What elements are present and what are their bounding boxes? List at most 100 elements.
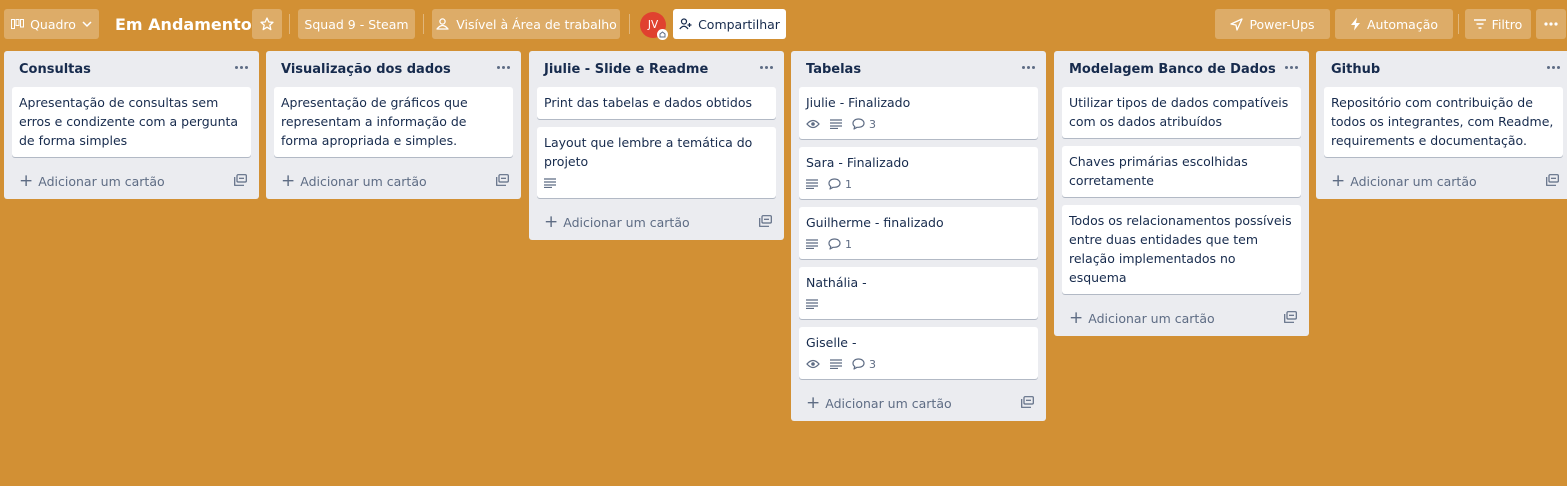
card[interactable]: Apresentação de gráficos que representam… xyxy=(274,87,513,157)
list-header[interactable]: Jiulie - Slide e Readme xyxy=(529,51,784,87)
card-badge xyxy=(806,299,818,309)
card-title: Chaves primárias escolhidas corretamente xyxy=(1069,154,1248,188)
filter-button[interactable]: Filtro xyxy=(1465,9,1531,39)
list-menu-icon[interactable] xyxy=(756,59,776,75)
comment-icon xyxy=(828,238,841,250)
card-template-icon[interactable] xyxy=(234,174,247,189)
description-icon xyxy=(544,178,556,188)
card-template-icon[interactable] xyxy=(759,215,772,230)
list-column: Tabelas Jiulie - Finalizado 3 Sara - Finali… xyxy=(791,51,1046,421)
card-title: Jiulie - Finalizado xyxy=(806,95,911,110)
description-icon xyxy=(806,179,818,189)
add-card-button[interactable]: + Adicionar um cartão xyxy=(4,163,259,199)
list-header[interactable]: Tabelas xyxy=(791,51,1046,87)
list-menu-icon[interactable] xyxy=(1281,59,1301,75)
card[interactable]: Guilherme - finalizado 1 xyxy=(799,207,1038,259)
add-card-button[interactable]: + Adicionar um cartão xyxy=(266,163,521,199)
add-card-label: Adicionar um cartão xyxy=(1088,310,1215,326)
card-template-icon[interactable] xyxy=(1021,396,1034,411)
add-card-button[interactable]: + Adicionar um cartão xyxy=(1054,300,1309,336)
card[interactable]: Giselle - 3 xyxy=(799,327,1038,379)
list-header[interactable]: Modelagem Banco de Dados xyxy=(1054,51,1309,87)
list-column: Visualização dos dados Apresentação de gr… xyxy=(266,51,521,199)
card[interactable]: Utilizar tipos de dados compatíveis com … xyxy=(1062,87,1301,138)
board-menu-button[interactable] xyxy=(1536,9,1566,39)
list-column: Jiulie - Slide e Readme Print das tabelas… xyxy=(529,51,784,240)
card[interactable]: Nathália - xyxy=(799,267,1038,319)
card-title: Apresentação de consultas sem erros e co… xyxy=(19,95,239,148)
list-menu-icon[interactable] xyxy=(231,59,251,75)
card[interactable]: Layout que lembre a temática do projeto xyxy=(537,127,776,198)
card-badges: 1 xyxy=(806,236,1031,252)
list-title[interactable]: Github xyxy=(1331,62,1380,77)
card[interactable]: Repositório com contribuição de todos os… xyxy=(1324,87,1563,157)
card[interactable]: Print das tabelas e dados obtidos xyxy=(537,87,776,119)
rocket-icon xyxy=(1230,17,1244,31)
star-button[interactable] xyxy=(252,9,282,39)
card-list: Utilizar tipos de dados compatíveis com … xyxy=(1054,87,1309,294)
card-badge xyxy=(806,179,818,189)
comment-count: 3 xyxy=(869,357,876,371)
list-header[interactable]: Github xyxy=(1316,51,1567,87)
list-title[interactable]: Visualização dos dados xyxy=(281,62,451,77)
card-list: Repositório com contribuição de todos os… xyxy=(1316,87,1567,157)
share-button[interactable]: Compartilhar xyxy=(673,9,786,39)
plus-icon: + xyxy=(1069,307,1084,328)
workspace-button[interactable]: Squad 9 - Steam xyxy=(298,9,415,39)
card-list: Apresentação de gráficos que representam… xyxy=(266,87,521,157)
card[interactable]: Chaves primárias escolhidas corretamente xyxy=(1062,146,1301,197)
automation-button[interactable]: Automação xyxy=(1335,9,1453,39)
plus-icon: + xyxy=(281,170,296,191)
more-icon xyxy=(1544,22,1558,26)
card-title: Sara - Finalizado xyxy=(806,155,909,170)
card-badge: 1 xyxy=(828,178,852,191)
card-badge: 1 xyxy=(828,238,852,251)
card-badges: 1 xyxy=(806,176,1031,192)
card-badge xyxy=(806,239,818,249)
list-title[interactable]: Tabelas xyxy=(806,62,861,77)
add-card-button[interactable]: + Adicionar um cartão xyxy=(1316,163,1567,199)
card-badge xyxy=(806,359,820,369)
card-badge xyxy=(544,178,556,188)
plus-icon: + xyxy=(1331,170,1346,191)
card[interactable]: Jiulie - Finalizado 3 xyxy=(799,87,1038,139)
visibility-button[interactable]: Visível à Área de trabalho xyxy=(432,9,620,39)
list-title[interactable]: Consultas xyxy=(19,62,91,77)
view-switcher-button[interactable]: Quadro xyxy=(4,9,99,39)
list-title[interactable]: Modelagem Banco de Dados xyxy=(1069,62,1276,77)
card-title: Repositório com contribuição de todos os… xyxy=(1331,95,1554,148)
add-card-button[interactable]: + Adicionar um cartão xyxy=(791,385,1046,421)
power-ups-label: Power-Ups xyxy=(1249,16,1315,32)
list-menu-icon[interactable] xyxy=(493,59,513,75)
list-header[interactable]: Visualização dos dados xyxy=(266,51,521,87)
board-title[interactable]: Em Andamento xyxy=(107,9,260,39)
card-template-icon[interactable] xyxy=(1284,311,1297,326)
board-header: Quadro Em Andamento Squad 9 - Steam Visí… xyxy=(0,0,1567,48)
plus-icon: + xyxy=(544,211,559,232)
power-ups-button[interactable]: Power-Ups xyxy=(1215,9,1330,39)
card[interactable]: Sara - Finalizado 1 xyxy=(799,147,1038,199)
card-list: Apresentação de consultas sem erros e co… xyxy=(4,87,259,157)
list-header[interactable]: Consultas xyxy=(4,51,259,87)
add-card-label: Adicionar um cartão xyxy=(38,173,165,189)
comment-icon xyxy=(828,178,841,190)
add-card-label: Adicionar um cartão xyxy=(300,173,427,189)
card-badges: 3 xyxy=(806,116,1031,132)
visibility-label: Visível à Área de trabalho xyxy=(456,16,617,32)
list-menu-icon[interactable] xyxy=(1018,59,1038,75)
header-divider xyxy=(289,14,290,34)
description-icon xyxy=(806,239,818,249)
avatar[interactable]: JV xyxy=(640,12,668,40)
list-title[interactable]: Jiulie - Slide e Readme xyxy=(544,62,708,77)
list-menu-icon[interactable] xyxy=(1543,59,1563,75)
add-card-button[interactable]: + Adicionar um cartão xyxy=(529,204,784,240)
add-member-icon xyxy=(679,18,692,30)
card[interactable]: Todos os relacionamentos possíveis entre… xyxy=(1062,205,1301,294)
people-icon xyxy=(436,18,449,30)
card-title: Guilherme - finalizado xyxy=(806,215,944,230)
card-list: Print das tabelas e dados obtidos Layout … xyxy=(529,87,784,198)
card-template-icon[interactable] xyxy=(496,174,509,189)
card-template-icon[interactable] xyxy=(1546,174,1559,189)
card[interactable]: Apresentação de consultas sem erros e co… xyxy=(12,87,251,157)
comment-icon xyxy=(852,358,865,370)
